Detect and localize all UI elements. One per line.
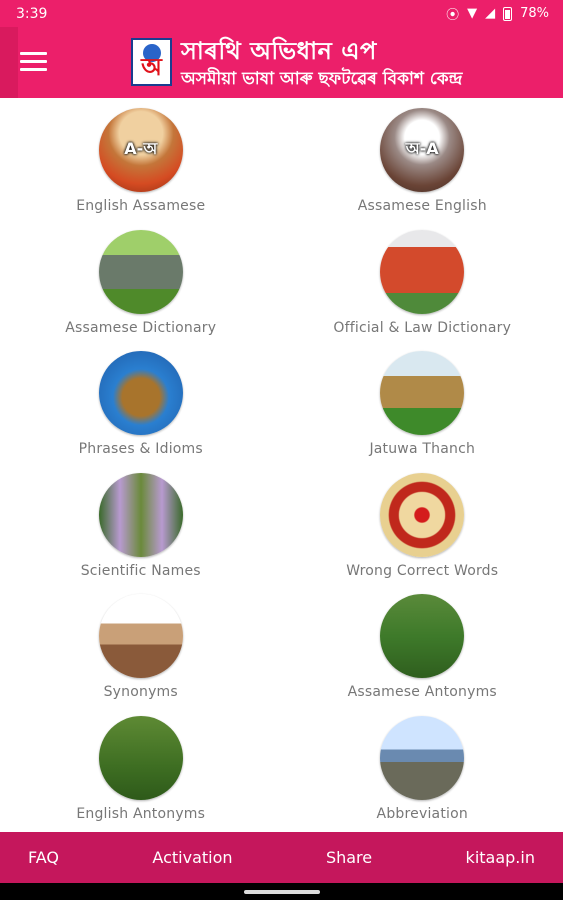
menu-item-assamese-english[interactable]: অ-A Assamese English <box>282 102 563 224</box>
app-logo: অ <box>131 38 172 86</box>
jatuwa-thanch-icon <box>380 351 465 435</box>
assamese-english-icon: অ-A <box>380 108 465 192</box>
battery-icon <box>503 6 513 21</box>
gesture-bar <box>0 883 563 900</box>
menu-item-assamese-dictionary[interactable]: Assamese Dictionary <box>0 224 282 346</box>
menu-item-wrong-correct-words[interactable]: Wrong Correct Words <box>282 467 563 589</box>
status-bar: 3:39 ⦿ ▼ ◢ 78% <box>0 0 563 27</box>
dictionary-menu-grid: A-অ English Assamese অ-A Assamese Englis… <box>0 102 563 830</box>
menu-item-assamese-antonyms[interactable]: Assamese Antonyms <box>282 588 563 710</box>
status-time: 3:39 <box>16 5 48 22</box>
menu-item-label: Abbreviation <box>376 805 468 822</box>
menu-item-label: Phrases & Idioms <box>78 441 203 457</box>
bottom-nav: FAQ Activation Share kitaap.in <box>0 832 563 883</box>
menu-item-label: Jatuwa Thanch <box>369 441 476 457</box>
menu-item-label: Assamese Dictionary <box>65 319 217 336</box>
abbreviation-icon <box>380 715 465 800</box>
synonyms-icon <box>98 594 183 678</box>
menu-item-label: Assamese English <box>357 198 487 214</box>
menu-item-label: English Assamese <box>76 198 206 214</box>
menu-item-label: Scientific Names <box>80 562 201 579</box>
wrong-correct-words-icon <box>380 472 465 557</box>
english-assamese-icon: A-অ <box>98 108 183 192</box>
faq-button[interactable]: FAQ <box>28 848 59 867</box>
menu-item-phrases-idioms[interactable]: Phrases & Idioms <box>0 345 282 467</box>
menu-item-label: Wrong Correct Words <box>346 562 499 579</box>
vibrate-icon: ⦿ <box>446 8 460 23</box>
menu-item-label: Synonyms <box>103 684 178 700</box>
assamese-dictionary-icon <box>98 229 183 314</box>
logo-letter: অ <box>141 52 162 81</box>
battery-percent: 78% <box>520 6 549 21</box>
menu-item-jatuwa-thanch[interactable]: Jatuwa Thanch <box>282 345 563 467</box>
wifi-icon: ▼ <box>467 6 478 21</box>
menu-item-label: Assamese Antonyms <box>347 684 497 700</box>
app-bar: অ সাৰথি অভিধান এপ অসমীয়া ভাষা আৰু ছফটৱে… <box>0 27 563 98</box>
official-law-dictionary-icon <box>380 229 465 314</box>
english-antonyms-icon <box>98 715 183 800</box>
website-link[interactable]: kitaap.in <box>466 848 535 867</box>
signal-icon: ◢ <box>485 6 496 21</box>
menu-item-scientific-names[interactable]: Scientific Names <box>0 467 282 589</box>
scientific-names-icon <box>98 472 183 557</box>
menu-item-synonyms[interactable]: Synonyms <box>0 588 282 710</box>
activation-button[interactable]: Activation <box>152 848 232 867</box>
menu-icon[interactable] <box>20 52 47 72</box>
home-indicator[interactable] <box>244 890 320 894</box>
menu-item-abbreviation[interactable]: Abbreviation <box>282 710 563 832</box>
menu-item-english-assamese[interactable]: A-অ English Assamese <box>0 102 282 224</box>
menu-item-english-antonyms[interactable]: English Antonyms <box>0 710 282 832</box>
menu-item-label: English Antonyms <box>76 805 206 822</box>
menu-item-official-law-dictionary[interactable]: Official & Law Dictionary <box>282 224 563 346</box>
app-subtitle: অসমীয়া ভাষা আৰু ছফটৱেৰ বিকাশ কেন্দ্ৰ <box>181 69 463 89</box>
drawer-edge <box>0 27 18 98</box>
phrases-idioms-icon <box>98 351 183 435</box>
status-icons: ⦿ ▼ ◢ 78% <box>446 4 549 23</box>
menu-item-label: Official & Law Dictionary <box>333 319 512 336</box>
assamese-antonyms-icon <box>380 594 465 678</box>
share-button[interactable]: Share <box>326 848 372 867</box>
